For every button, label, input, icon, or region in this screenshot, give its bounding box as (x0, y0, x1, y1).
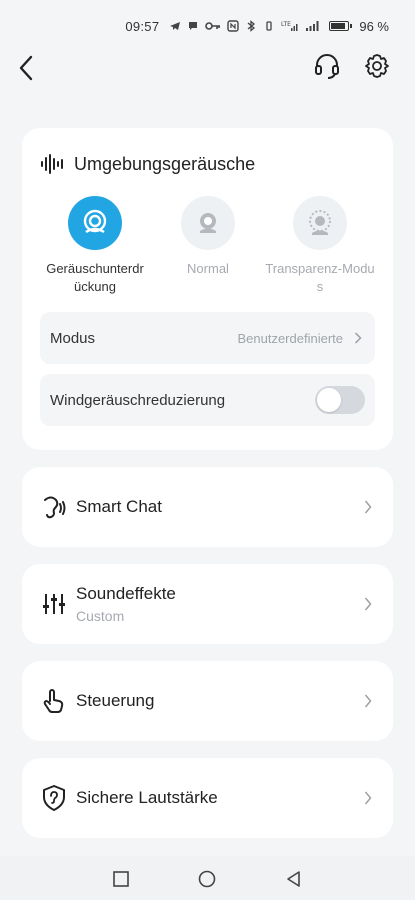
mode-normal-label: Normal (187, 261, 229, 276)
smart-chat-label: Smart Chat (76, 497, 162, 516)
mode-transparency-label: Transparenz-Modu s (265, 261, 375, 294)
telegram-icon (170, 22, 181, 30)
mode-transparency[interactable]: Transparenz-Modu s (265, 196, 375, 296)
wind-noise-row: Windgeräuschreduzierung (40, 374, 375, 426)
ambient-noise-card: Umgebungsgeräusche Geräuschunterdr ückun… (22, 128, 393, 450)
safe-volume-label: Sichere Lautstärke (76, 788, 218, 807)
smart-chat-icon (40, 493, 68, 521)
safe-volume-item[interactable]: Sichere Lautstärke (22, 758, 393, 838)
modus-label: Modus (50, 329, 96, 347)
modus-value: Benutzerdefinierte (237, 330, 343, 346)
sound-wave-icon (41, 154, 63, 174)
status-time: 09:57 (125, 18, 160, 34)
sound-effects-label: Soundeffekte (76, 584, 176, 603)
signal-icon (306, 21, 319, 31)
mode-normal[interactable]: Normal (153, 196, 263, 278)
equalizer-icon (40, 590, 68, 618)
home-button[interactable] (196, 868, 218, 890)
noise-cancelling-mode-icon (68, 196, 122, 250)
modus-row[interactable]: Modus Benutzerdefinierte (40, 312, 375, 364)
back-arrow-icon (19, 55, 33, 81)
battery-icon (329, 21, 353, 31)
ambient-noise-title: Umgebungsgeräusche (74, 153, 256, 174)
system-nav-bar (0, 856, 415, 900)
chevron-right-icon (361, 597, 375, 611)
shield-ear-icon (40, 784, 68, 812)
lte-signal-icon: LTE (281, 21, 298, 31)
vibrate-icon (266, 21, 273, 31)
back-button[interactable] (12, 52, 40, 84)
smart-chat-item[interactable]: Smart Chat (22, 467, 393, 547)
chevron-right-icon (361, 694, 375, 708)
mode-noise-cancelling-label: Geräuschunterdr ückung (46, 261, 144, 294)
triangle-back-icon (287, 871, 300, 887)
support-button[interactable] (312, 50, 342, 82)
circle-icon (198, 870, 216, 888)
touch-gesture-icon (40, 687, 68, 715)
wind-noise-label: Windgeräuschreduzierung (50, 391, 226, 409)
top-nav (0, 46, 415, 90)
sound-effects-value: Custom (76, 608, 125, 624)
chevron-right-icon (361, 500, 375, 514)
ambient-noise-header: Umgebungsgeräusche (40, 152, 255, 176)
mode-noise-cancelling[interactable]: Geräuschunterdr ückung (40, 196, 150, 296)
system-back-button[interactable] (282, 868, 304, 890)
bluetooth-icon (247, 20, 256, 32)
noise-mode-selector: Geräuschunterdr ückung Normal Transparen… (22, 196, 393, 296)
headset-icon (315, 54, 339, 79)
toggle-knob (317, 388, 341, 412)
battery-percent: 96 % (359, 18, 389, 34)
chevron-right-icon (351, 331, 365, 345)
nfc-icon (227, 20, 240, 32)
control-label: Steuerung (76, 691, 155, 710)
status-bar: 09:57 LTE 96 % (0, 0, 415, 52)
transparency-mode-icon (293, 196, 347, 250)
wind-noise-toggle[interactable] (315, 386, 365, 414)
settings-button[interactable] (362, 50, 392, 82)
gear-icon (365, 54, 389, 78)
recent-apps-button[interactable] (110, 868, 132, 890)
control-item[interactable]: Steuerung (22, 661, 393, 741)
key-icon (205, 22, 221, 30)
svg-text:LTE: LTE (281, 21, 291, 28)
chevron-right-icon (361, 791, 375, 805)
normal-mode-icon (181, 196, 235, 250)
square-icon (113, 871, 129, 887)
chat-icon (189, 22, 198, 30)
sound-effects-item[interactable]: Soundeffekte Custom (22, 564, 393, 644)
